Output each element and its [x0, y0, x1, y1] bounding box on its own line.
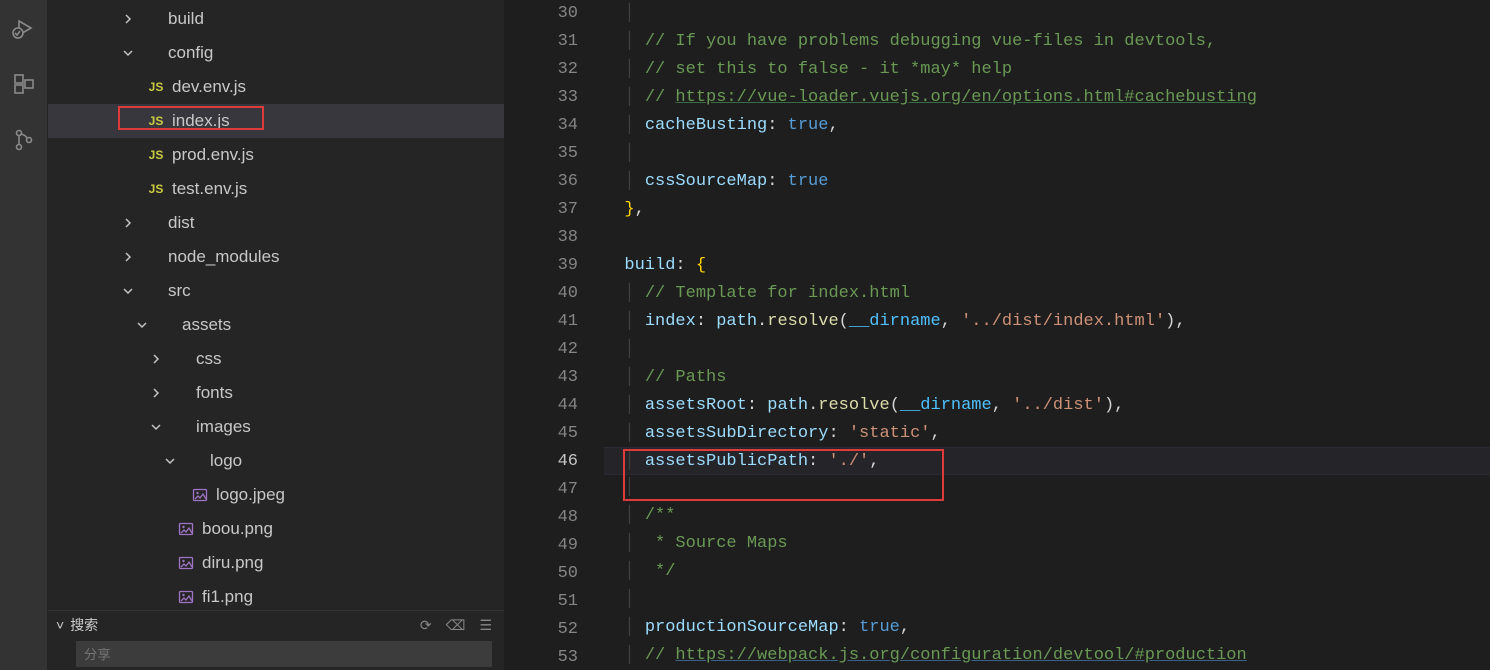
chevron-down-icon[interactable] — [148, 421, 164, 433]
tree-item-label: prod.env.js — [172, 145, 254, 165]
chevron-right-icon[interactable] — [120, 251, 136, 263]
image-file-icon — [190, 487, 210, 503]
tree-item-label: logo — [210, 451, 242, 471]
chevron-down-icon[interactable] — [120, 47, 136, 59]
folder-item[interactable]: assets — [48, 308, 504, 342]
tree-item-label: fi1.png — [202, 587, 253, 607]
tree-item-label: logo.jpeg — [216, 485, 285, 505]
js-file-icon: JS — [146, 148, 166, 162]
js-file-icon: JS — [146, 80, 166, 94]
tree-item-label: dist — [168, 213, 194, 233]
tree-item-label: css — [196, 349, 222, 369]
file-explorer-sidebar: build config JS dev.env.js JS index.js JS prod.… — [48, 0, 504, 670]
chevron-right-icon[interactable] — [120, 13, 136, 25]
image-file-icon — [176, 521, 196, 537]
tree-item-label: build — [168, 9, 204, 29]
folder-item[interactable]: node_modules — [48, 240, 504, 274]
clear-icon[interactable]: ⌫ — [446, 617, 466, 634]
file-item[interactable]: boou.png — [48, 512, 504, 546]
file-item[interactable]: fi1.png — [48, 580, 504, 610]
activity-bar — [0, 0, 48, 670]
chevron-down-icon[interactable] — [162, 455, 178, 467]
chevron-down-icon[interactable] — [120, 285, 136, 297]
code-area[interactable]: │ │ // If you have problems debugging vu… — [604, 0, 1490, 670]
tree-item-label: fonts — [196, 383, 233, 403]
code-editor[interactable]: 30 31 32 33 34 35 36 37 38 39 40 41 42 4… — [504, 0, 1490, 670]
file-item[interactable]: diru.png — [48, 546, 504, 580]
chevron-right-icon[interactable] — [148, 353, 164, 365]
file-item[interactable]: logo.jpeg — [48, 478, 504, 512]
file-item[interactable]: JS test.env.js — [48, 172, 504, 206]
chevron-right-icon[interactable] — [148, 387, 164, 399]
chevron-down-icon[interactable]: ˅ — [56, 617, 64, 633]
file-item[interactable]: JS prod.env.js — [48, 138, 504, 172]
chevron-down-icon[interactable] — [134, 319, 150, 331]
folder-item[interactable]: css — [48, 342, 504, 376]
tree-item-label: diru.png — [202, 553, 263, 573]
search-input[interactable] — [76, 641, 492, 667]
line-number-gutter: 30 31 32 33 34 35 36 37 38 39 40 41 42 4… — [504, 0, 604, 670]
folder-item[interactable]: config — [48, 36, 504, 70]
tree-item-label: images — [196, 417, 251, 437]
collapse-icon[interactable]: ☰ — [479, 617, 492, 634]
debug-icon[interactable] — [0, 4, 48, 52]
file-item[interactable]: JS index.js — [48, 104, 504, 138]
image-file-icon — [176, 555, 196, 571]
folder-item[interactable]: src — [48, 274, 504, 308]
tree-item-label: src — [168, 281, 191, 301]
folder-item[interactable]: images — [48, 410, 504, 444]
js-file-icon: JS — [146, 114, 166, 128]
file-item[interactable]: JS dev.env.js — [48, 70, 504, 104]
extensions-icon[interactable] — [0, 60, 48, 108]
folder-item[interactable]: fonts — [48, 376, 504, 410]
search-panel: ˅ 搜索 ⟳ ⌫ ☰ — [48, 610, 504, 670]
image-file-icon — [176, 589, 196, 605]
tree-item-label: config — [168, 43, 213, 63]
js-file-icon: JS — [146, 182, 166, 196]
folder-item[interactable]: logo — [48, 444, 504, 478]
folder-item[interactable]: build — [48, 2, 504, 36]
tree-item-label: test.env.js — [172, 179, 247, 199]
search-panel-label: 搜索 — [70, 615, 98, 635]
tree-item-label: boou.png — [202, 519, 273, 539]
file-tree[interactable]: build config JS dev.env.js JS index.js JS prod.… — [48, 0, 504, 610]
chevron-right-icon[interactable] — [120, 217, 136, 229]
refresh-icon[interactable]: ⟳ — [420, 617, 432, 634]
tree-item-label: dev.env.js — [172, 77, 246, 97]
folder-item[interactable]: dist — [48, 206, 504, 240]
scm-icon[interactable] — [0, 116, 48, 164]
tree-item-label: node_modules — [168, 247, 280, 267]
tree-item-label: assets — [182, 315, 231, 335]
tree-item-label: index.js — [172, 111, 230, 131]
